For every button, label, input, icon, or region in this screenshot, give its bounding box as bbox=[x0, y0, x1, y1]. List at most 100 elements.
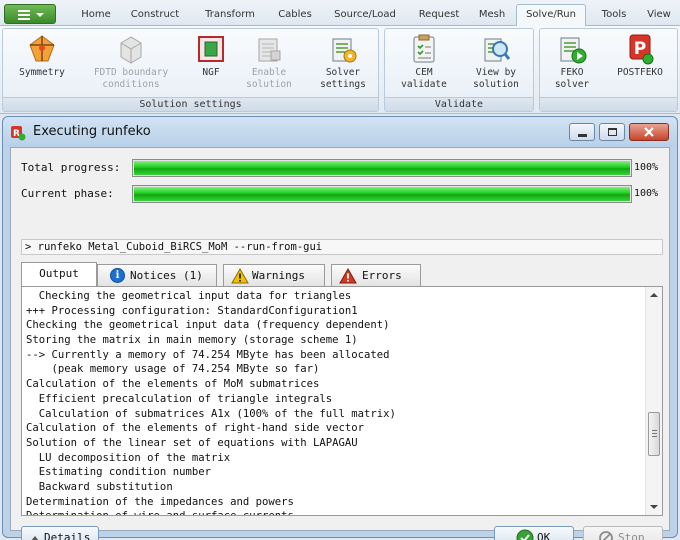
postfeko-icon: P bbox=[624, 33, 656, 65]
cem-validate-label-line1: CEM bbox=[415, 67, 433, 78]
output-lines: Checking the geometrical input data for … bbox=[26, 289, 638, 515]
stop-icon bbox=[599, 531, 613, 540]
scroll-thumb[interactable] bbox=[648, 412, 660, 456]
solver-settings-label-line1: Solver bbox=[325, 67, 361, 78]
total-progress-bar bbox=[132, 159, 632, 177]
close-button[interactable] bbox=[629, 123, 669, 141]
minimize-icon bbox=[578, 134, 587, 137]
executing-runfeko-dialog: R Executing runfeko Total progress: 100%… bbox=[2, 116, 678, 540]
output-log[interactable]: Checking the geometrical input data for … bbox=[21, 286, 663, 516]
tab-transform[interactable]: Transform bbox=[196, 5, 264, 26]
cem-validate-button[interactable]: CEM validate bbox=[391, 33, 457, 91]
ngf-icon bbox=[195, 33, 227, 65]
tab-construct[interactable]: Construct bbox=[122, 5, 188, 26]
fdtd-boundary-label-line1: FDTD boundary bbox=[93, 67, 169, 78]
enable-solution-button[interactable]: Enable solution bbox=[239, 33, 299, 91]
symmetry-button[interactable]: Symmetry bbox=[7, 33, 77, 79]
total-progress-label: Total progress: bbox=[21, 161, 121, 174]
maximize-icon bbox=[608, 128, 617, 136]
postfeko-button[interactable]: P POSTFEKO bbox=[606, 33, 674, 79]
details-label: Details bbox=[44, 531, 91, 540]
stop-label: Stop bbox=[618, 531, 645, 540]
ngf-label: NGF bbox=[202, 67, 220, 78]
minimize-button[interactable] bbox=[569, 123, 595, 141]
chevron-down-icon bbox=[36, 13, 44, 17]
enable-solution-label-line2: solution bbox=[246, 79, 292, 90]
view-by-solution-label-line2: solution bbox=[473, 79, 519, 90]
menu-icon bbox=[18, 10, 30, 12]
ok-label: OK bbox=[537, 531, 551, 540]
menu-icon-bar bbox=[18, 18, 30, 20]
ribbon-group-run: FEKO solver P POSTFEKO bbox=[539, 28, 678, 112]
ribbon-group-label: Solution settings bbox=[3, 97, 378, 111]
fdtd-boundary-label-line2: conditions bbox=[102, 79, 160, 90]
postfeko-label: POSTFEKO bbox=[617, 67, 663, 78]
warning-icon bbox=[231, 268, 249, 284]
tab-tools[interactable]: Tools bbox=[592, 5, 636, 26]
details-button[interactable]: Details bbox=[21, 526, 99, 540]
fdtd-boundary-button[interactable]: FDTD boundary conditions bbox=[85, 33, 177, 91]
tab-notices[interactable]: i Notices (1) bbox=[97, 264, 217, 286]
output-line: (peak memory usage of 74.254 MByte so fa… bbox=[26, 363, 320, 376]
tab-errors-label: Errors bbox=[362, 269, 402, 282]
tab-warnings[interactable]: Warnings bbox=[223, 264, 325, 286]
solver-settings-label-line2: settings bbox=[320, 79, 366, 90]
tab-request[interactable]: Request bbox=[410, 5, 468, 26]
feko-solver-label-line2: solver bbox=[554, 79, 590, 90]
dialog-title-bar[interactable]: R Executing runfeko bbox=[3, 117, 677, 147]
output-line: Calculation of the elements of MoM subma… bbox=[26, 378, 320, 391]
menu-icon-bar bbox=[18, 14, 30, 16]
tab-view[interactable]: View bbox=[642, 5, 676, 26]
solver-settings-button[interactable]: Solver settings bbox=[311, 33, 375, 91]
dialog-title: Executing runfeko bbox=[33, 124, 151, 139]
tab-solve-run[interactable]: Solve/Run bbox=[516, 4, 586, 27]
tab-mesh[interactable]: Mesh bbox=[474, 5, 510, 26]
output-line: Determination of wire and surface curren… bbox=[26, 509, 638, 515]
tab-home[interactable]: Home bbox=[76, 5, 116, 26]
tab-source-load[interactable]: Source/Load bbox=[326, 5, 404, 26]
ok-button[interactable]: OK bbox=[494, 526, 574, 540]
maximize-button[interactable] bbox=[599, 123, 625, 141]
command-line: > runfeko Metal_Cuboid_BiRCS_MoM --run-f… bbox=[21, 239, 663, 255]
total-progress-percent: 100% bbox=[634, 162, 659, 173]
tab-output[interactable]: Output bbox=[21, 262, 97, 287]
output-line: --> Currently a memory of 74.254 MByte h… bbox=[26, 348, 390, 361]
ngf-button[interactable]: NGF bbox=[189, 33, 233, 79]
tab-cables[interactable]: Cables bbox=[270, 5, 320, 26]
tab-errors[interactable]: Errors bbox=[331, 264, 421, 286]
output-line: Checking the geometrical input data for … bbox=[26, 290, 352, 302]
enable-solution-icon bbox=[253, 33, 285, 65]
runfeko-app-icon: R bbox=[10, 125, 26, 141]
output-line: +++ Processing configuration: StandardCo… bbox=[26, 304, 358, 317]
view-by-solution-label-line1: View by bbox=[475, 67, 517, 78]
scroll-down-icon[interactable] bbox=[646, 499, 662, 515]
current-phase-bar bbox=[132, 185, 632, 203]
output-line: Efficient precalculation of triangle int… bbox=[26, 392, 333, 405]
cem-validate-label-line2: validate bbox=[401, 79, 447, 90]
scroll-up-icon[interactable] bbox=[646, 287, 662, 303]
cem-validate-icon bbox=[408, 33, 440, 65]
ribbon-tab-bar: Home Construct Transform Cables Source/L… bbox=[0, 0, 680, 27]
output-line: Calculation of the elements of right-han… bbox=[26, 422, 365, 435]
check-icon bbox=[516, 529, 534, 540]
stop-button[interactable]: Stop bbox=[583, 526, 663, 540]
view-by-solution-button[interactable]: View by solution bbox=[463, 33, 529, 91]
vertical-scrollbar[interactable] bbox=[645, 287, 662, 515]
ribbon-group-label: Validate bbox=[385, 97, 533, 111]
tab-notices-label: Notices (1) bbox=[130, 269, 203, 282]
current-phase-label: Current phase: bbox=[21, 187, 114, 200]
output-line: Estimating condition number bbox=[26, 466, 211, 479]
output-line: Storing the matrix in main memory (stora… bbox=[26, 334, 358, 347]
dialog-client-area: Total progress: 100% Current phase: 100%… bbox=[10, 147, 670, 540]
close-icon bbox=[644, 127, 654, 137]
output-line: Determination of the impedances and powe… bbox=[26, 495, 294, 508]
app-menu-button[interactable] bbox=[4, 4, 56, 24]
tab-output-label: Output bbox=[39, 267, 79, 280]
feko-solver-button[interactable]: FEKO solver bbox=[546, 33, 598, 91]
output-line: LU decomposition of the matrix bbox=[26, 451, 231, 464]
symmetry-label: Symmetry bbox=[19, 67, 65, 78]
current-phase-fill bbox=[134, 187, 630, 201]
current-phase-percent: 100% bbox=[634, 188, 659, 199]
info-icon: i bbox=[110, 268, 125, 283]
tab-warnings-label: Warnings bbox=[252, 269, 305, 282]
